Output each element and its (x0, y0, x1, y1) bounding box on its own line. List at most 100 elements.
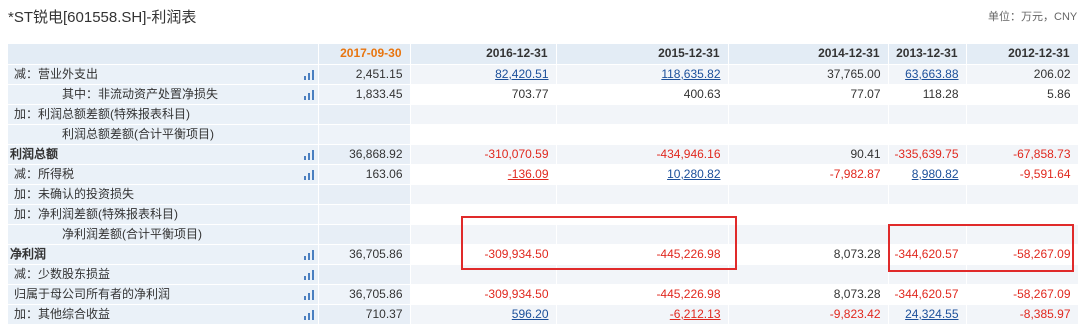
row-label: 加：其他综合收益 (8, 304, 319, 324)
bar-chart-icon[interactable] (303, 289, 314, 300)
value-text: 36,868.92 (349, 146, 403, 161)
value-cell: 90.41 (728, 144, 889, 165)
row-label: 利润总额 (8, 144, 319, 165)
value-cell: -335,639.75 (888, 144, 967, 165)
value-text: 400.63 (683, 86, 721, 101)
value-cell: -434,946.16 (556, 144, 729, 165)
income-statement-table: 2017-09-30 2016-12-31 2015-12-31 2014-12… (8, 44, 1078, 324)
column-header[interactable]: 2013-12-31 (888, 44, 967, 65)
row-label-text: 加：未确认的投资损失 (14, 186, 135, 201)
row-label-text: 归属于母公司所有者的净利润 (14, 286, 171, 301)
value-cell[interactable]: 8,980.82 (888, 164, 967, 185)
value-cell: -309,934.50 (410, 244, 557, 265)
row-label-text: 减：营业外支出 (14, 66, 99, 81)
table-row: 加：利润总额差额(特殊报表科目) (8, 104, 1078, 125)
value-cell: -344,620.57 (888, 284, 967, 305)
value-text: -445,226.98 (656, 246, 721, 261)
header-label-cell (8, 44, 319, 65)
value-cell (556, 264, 729, 285)
value-cell: 36,705.86 (318, 284, 411, 305)
value-text: -58,267.09 (1013, 286, 1071, 301)
value-cell (556, 184, 729, 205)
bar-chart-icon[interactable] (303, 69, 314, 80)
value-cell[interactable]: -6,212.13 (556, 304, 729, 324)
value-cell (966, 204, 1078, 225)
column-header[interactable]: 2012-12-31 (966, 44, 1078, 65)
value-cell (410, 224, 557, 245)
bar-chart-icon[interactable] (303, 89, 314, 100)
row-label-text: 减：所得税 (14, 166, 75, 181)
value-cell: -58,267.09 (966, 244, 1078, 265)
value-cell (410, 184, 557, 205)
value-cell (318, 104, 411, 125)
value-link[interactable]: 118,635.82 (661, 67, 720, 81)
bar-chart-icon[interactable] (303, 309, 314, 320)
value-text: 8,073.28 (833, 286, 881, 301)
value-cell (318, 204, 411, 225)
value-cell: 8,073.28 (728, 284, 889, 305)
column-header[interactable]: 2015-12-31 (556, 44, 729, 65)
value-link[interactable]: 596.20 (512, 307, 549, 321)
row-label-text: 加：净利润差额(特殊报表科目) (14, 206, 178, 221)
value-text: 77.07 (850, 86, 881, 101)
value-cell (888, 104, 967, 125)
bar-chart-icon[interactable] (303, 249, 314, 260)
value-cell[interactable]: 82,420.51 (410, 64, 557, 85)
value-cell: -7,982.87 (728, 164, 889, 185)
value-text: -58,267.09 (1013, 246, 1071, 261)
value-link[interactable]: -6,212.13 (670, 307, 721, 321)
value-cell (728, 104, 889, 125)
row-label: 减：少数股东损益 (8, 264, 319, 285)
row-label: 归属于母公司所有者的净利润 (8, 284, 319, 305)
value-link[interactable]: -136.09 (508, 167, 549, 181)
value-cell: -58,267.09 (966, 284, 1078, 305)
value-cell: -67,858.73 (966, 144, 1078, 165)
value-link[interactable]: 24,324.55 (905, 307, 958, 321)
value-cell (318, 184, 411, 205)
value-cell (888, 224, 967, 245)
value-cell[interactable]: 24,324.55 (888, 304, 967, 324)
value-cell (410, 104, 557, 125)
table-row: 利润总额差额(合计平衡项目) (8, 124, 1078, 145)
row-label-text: 净利润差额(合计平衡项目) (62, 226, 202, 241)
row-label: 减：营业外支出 (8, 64, 319, 85)
value-link[interactable]: 82,420.51 (495, 67, 548, 81)
value-cell (410, 124, 557, 145)
column-header[interactable]: 2014-12-31 (728, 44, 889, 65)
value-text: 1,833.45 (355, 86, 403, 101)
value-cell: -445,226.98 (556, 244, 729, 265)
table-row: 利润总额 36,868.92 -310,070.59 -434,946.16 90.41… (8, 144, 1078, 165)
column-header[interactable]: 2016-12-31 (410, 44, 557, 65)
value-text: 36,705.86 (349, 246, 403, 261)
bar-chart-icon[interactable] (303, 169, 314, 180)
value-text: -67,858.73 (1013, 146, 1071, 161)
value-cell (318, 124, 411, 145)
value-cell (728, 204, 889, 225)
value-cell[interactable]: 596.20 (410, 304, 557, 324)
value-cell[interactable]: 10,280.82 (556, 164, 729, 185)
value-text: 206.02 (1033, 66, 1071, 81)
page-title: *ST锐电[601558.SH]-利润表 (8, 9, 197, 26)
value-cell: 8,073.28 (728, 244, 889, 265)
column-header[interactable]: 2017-09-30 (318, 44, 411, 65)
bar-chart-icon[interactable] (303, 149, 314, 160)
value-link[interactable]: 63,663.88 (905, 67, 958, 81)
value-cell (728, 124, 889, 145)
value-cell[interactable]: 63,663.88 (888, 64, 967, 85)
value-cell: 37,765.00 (728, 64, 889, 85)
value-text: 118.28 (922, 86, 959, 101)
bar-chart-icon[interactable] (303, 269, 314, 280)
value-cell (966, 124, 1078, 145)
row-label-text: 减：少数股东损益 (14, 266, 111, 281)
table-row: 净利润 36,705.86 -309,934.50 -445,226.98 8,073.… (8, 244, 1078, 265)
value-cell (556, 204, 729, 225)
value-cell: -8,385.97 (966, 304, 1078, 324)
value-link[interactable]: 10,280.82 (667, 167, 720, 181)
value-cell[interactable]: 118,635.82 (556, 64, 729, 85)
value-link[interactable]: 8,980.82 (912, 167, 959, 181)
value-cell (888, 184, 967, 205)
value-cell[interactable]: -136.09 (410, 164, 557, 185)
value-cell: 2,451.15 (318, 64, 411, 85)
row-label: 加：净利润差额(特殊报表科目) (8, 204, 319, 225)
value-text: 37,765.00 (827, 66, 881, 81)
